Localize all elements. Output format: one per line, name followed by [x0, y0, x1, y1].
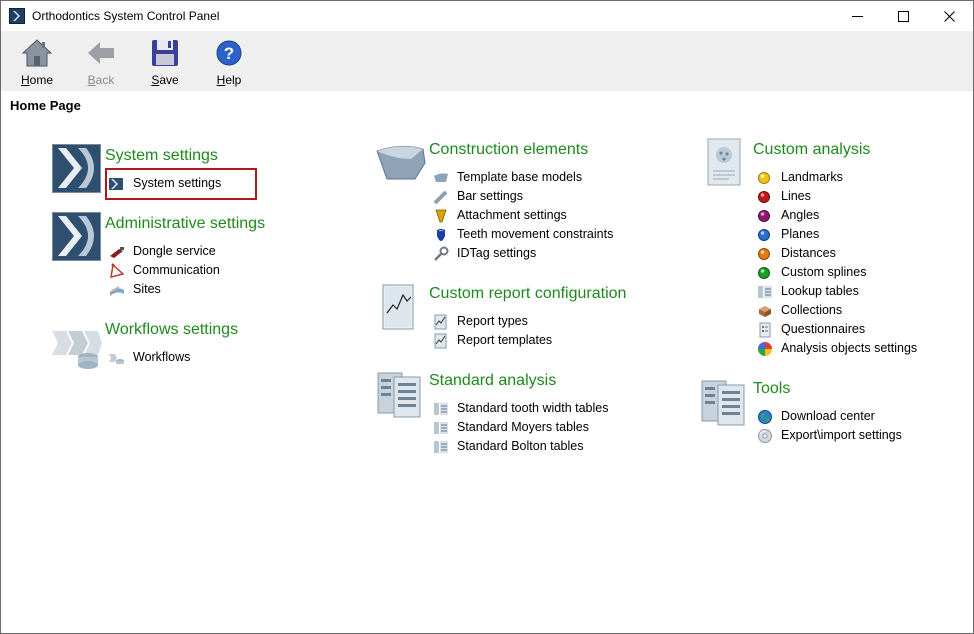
custom-report-title[interactable]: Custom report configuration: [429, 285, 626, 303]
maximize-icon: [898, 11, 909, 22]
dongle-icon: [110, 247, 124, 258]
app-window: Orthodontics System Control Panel Home B…: [0, 0, 974, 634]
table-icon: [434, 422, 448, 434]
custom-report-section-icon: [382, 284, 414, 330]
wrench-icon: [434, 246, 449, 261]
minimize-icon: [852, 16, 863, 17]
yellow-dot-icon: [758, 172, 770, 184]
questionnaire-icon: [759, 322, 771, 338]
close-icon: [944, 11, 955, 22]
tooth-icon: [437, 229, 445, 241]
report-icon: [434, 314, 447, 330]
system-settings-section-icon: [52, 144, 101, 193]
home-button[interactable]: Home: [12, 35, 62, 89]
administrative-settings-section-icon: [52, 212, 101, 261]
custom-analysis-section-icon: [707, 138, 741, 186]
system-settings-title[interactable]: System settings: [105, 147, 218, 165]
bar-icon: [433, 190, 448, 205]
sites-icon: [110, 286, 124, 296]
svg-text:?: ?: [224, 44, 234, 63]
blue-dot-icon: [758, 229, 770, 241]
title-bar: Orthodontics System Control Panel: [1, 1, 973, 31]
table-icon: [434, 441, 448, 453]
globe-icon: [758, 410, 772, 424]
template-base-icon: [434, 173, 448, 182]
administrative-settings-title[interactable]: Administrative settings: [105, 215, 265, 233]
workflows-icon: [109, 354, 124, 364]
disc-icon: [758, 429, 772, 443]
window-title: Orthodontics System Control Panel: [32, 9, 220, 23]
tools-title[interactable]: Tools: [753, 380, 790, 398]
orange-dot-icon: [758, 248, 770, 260]
app-logo-icon: [9, 8, 25, 24]
red-dot-icon: [758, 191, 770, 203]
minimize-button[interactable]: [835, 1, 881, 31]
purple-dot-icon: [758, 210, 770, 222]
page-title: Home Page: [10, 98, 81, 113]
workflows-settings-title[interactable]: Workflows settings: [105, 321, 238, 339]
back-button[interactable]: Back: [76, 35, 126, 89]
table-icon: [758, 286, 772, 298]
custom-analysis-title[interactable]: Custom analysis: [753, 141, 870, 159]
toolbar: Home Back Save ? Help: [1, 31, 973, 91]
save-button[interactable]: Save: [140, 35, 190, 89]
standard-analysis-title[interactable]: Standard analysis: [429, 372, 556, 390]
table-icon: [434, 403, 448, 415]
maximize-button[interactable]: [881, 1, 927, 31]
close-button[interactable]: [927, 1, 973, 31]
floppy-disk-icon: [152, 40, 178, 66]
collections-icon: [759, 306, 771, 317]
workflows-section-icon: [52, 331, 102, 369]
construction-elements-section-icon: [376, 145, 426, 180]
report-icon: [434, 333, 447, 349]
color-wheel-icon: [758, 342, 772, 356]
green-dot-icon: [758, 267, 770, 279]
tools-section-icon: [701, 380, 745, 426]
standard-analysis-section-icon: [377, 372, 421, 418]
help-question-icon: ?: [216, 40, 242, 66]
back-arrow-icon: [88, 42, 114, 64]
construction-elements-title[interactable]: Construction elements: [429, 141, 588, 159]
house-icon: [21, 39, 53, 67]
communication-icon: [110, 263, 125, 279]
help-button[interactable]: ? Help: [204, 35, 254, 89]
selection-highlight: [105, 168, 257, 200]
attachment-icon: [435, 209, 447, 223]
